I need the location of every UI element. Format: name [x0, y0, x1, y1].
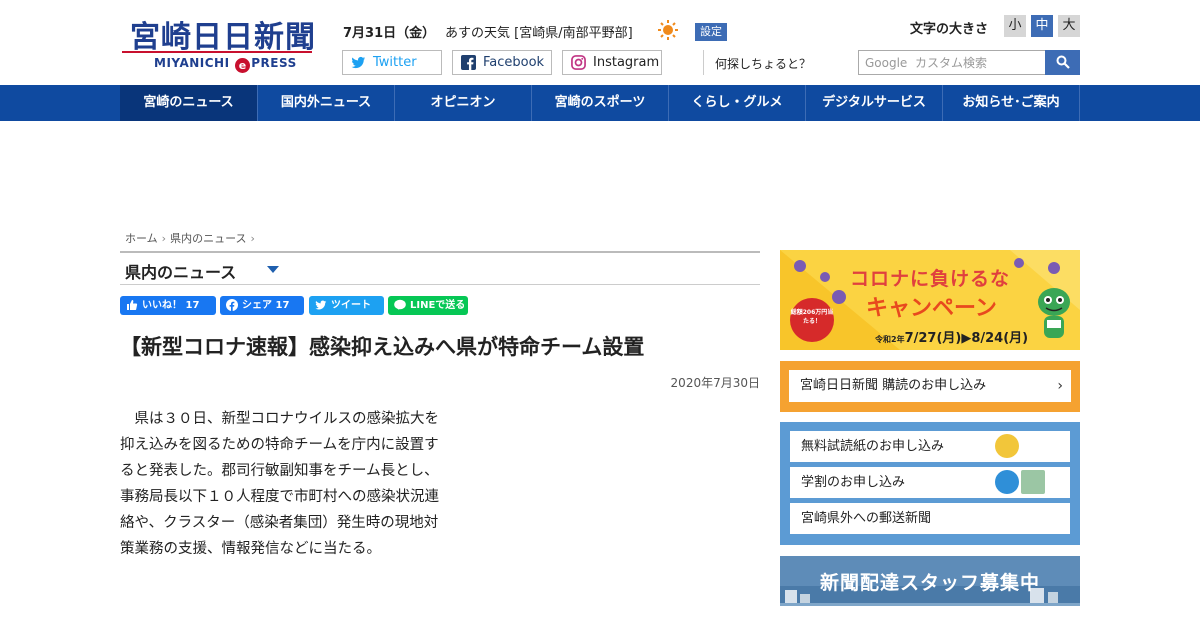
twitter-label: Twitter	[373, 55, 417, 70]
breadcrumb-home[interactable]: ホーム	[125, 232, 158, 245]
font-size-small-button[interactable]: 小	[1004, 15, 1026, 37]
free-trial-link[interactable]: 無料試読紙のお申し込み	[790, 431, 1070, 462]
caret-down-icon	[267, 266, 279, 273]
font-size-medium-button[interactable]: 中	[1031, 15, 1053, 37]
article-date: 2020年7月30日	[670, 376, 760, 390]
header-separator	[703, 50, 704, 75]
site-header: 宮崎日日新聞 MIYANICHI e PRESS 7月31日（金） あすの天気 […	[0, 0, 1200, 85]
weather-area: あすの天気 [宮崎県/南部平野部]	[445, 26, 633, 41]
facebook-like-button[interactable]: いいね！ 17	[120, 296, 216, 315]
article-headline: 【新型コロナ速報】感染抑え込みへ県が特命チーム設置	[120, 335, 645, 359]
search-prompt: 何探しちょると？	[715, 57, 812, 71]
mascot-icon	[995, 434, 1019, 458]
virus-icon	[820, 272, 830, 282]
section-header[interactable]: 県内のニュース	[120, 251, 760, 285]
prize-badge: 総額206万円当たる！	[790, 298, 834, 342]
share-label: シェア 17	[242, 300, 290, 311]
nav-opinion[interactable]: オピニオン	[395, 85, 532, 121]
instagram-follow-button[interactable]: Instagram	[562, 50, 662, 75]
site-logo[interactable]: 宮崎日日新聞 MIYANICHI e PRESS	[122, 12, 315, 74]
logo-japanese: 宮崎日日新聞	[130, 20, 316, 55]
instagram-label: Instagram	[593, 55, 660, 70]
logo-english: MIYANICHI e PRESS	[154, 56, 297, 73]
nav-miyazaki-sports[interactable]: 宮崎のスポーツ	[532, 85, 669, 121]
subscribe-label: 宮崎日日新聞 購読のお申し込み	[800, 378, 987, 393]
nav-notices-guide[interactable]: お知らせ･ご案内	[943, 85, 1080, 121]
logo-en-right: PRESS	[251, 56, 297, 70]
nav-life-gourmet[interactable]: くらし・グルメ	[669, 85, 806, 121]
student-discount-link[interactable]: 学割のお申し込み	[790, 467, 1070, 498]
thumbs-up-icon	[127, 300, 138, 310]
subscribe-box: 宮崎日日新聞 購読のお申し込み ›	[780, 361, 1080, 412]
virus-icon	[1048, 262, 1060, 274]
search-icon	[1056, 55, 1070, 69]
virus-icon	[794, 260, 806, 272]
twitter-follow-button[interactable]: Twitter	[342, 50, 442, 75]
page: 宮崎日日新聞 MIYANICHI e PRESS 7月31日（金） あすの天気 […	[0, 0, 1200, 630]
school-icon	[1021, 470, 1045, 494]
virus-icon	[832, 290, 846, 304]
line-icon	[394, 299, 406, 310]
virus-icon	[1014, 258, 1024, 268]
chevron-right-icon: ›	[250, 232, 255, 245]
section-title: 県内のニュース	[125, 263, 237, 282]
facebook-icon	[461, 55, 476, 70]
recruit-label: 新聞配達スタッフ募集中	[820, 572, 1041, 594]
article-body: 県は３０日、新型コロナウイルスの感染拡大を抑え込みを図るための特命チームを庁内に…	[120, 411, 439, 557]
chevron-right-icon: ›	[1057, 378, 1063, 394]
font-size-label: 文字の大きさ	[910, 22, 989, 37]
font-size-large-button[interactable]: 大	[1058, 15, 1080, 37]
weather-settings-button[interactable]: 設定	[695, 23, 727, 41]
sun-icon	[658, 20, 678, 40]
instagram-icon	[571, 55, 586, 70]
tweet-label: ツイート	[331, 300, 371, 311]
mascot-icon	[995, 470, 1019, 494]
corona-banner-campaign: キャンペーン	[866, 296, 997, 321]
logo-e-mark: e	[235, 58, 251, 73]
facebook-label: Facebook	[483, 55, 545, 70]
twitter-icon	[351, 56, 366, 69]
period-dates: 7/27(月)▶8/24(月)	[904, 331, 1029, 346]
nav-domestic-world-news[interactable]: 国内外ニュース	[258, 85, 395, 121]
corona-campaign-banner[interactable]: コロナに負けるな キャンペーン 総額206万円当たる！ 令和2年7/27(月)▶…	[780, 250, 1080, 350]
mail-delivery-label: 宮崎県外への郵送新聞	[801, 511, 932, 526]
mascot-icon	[1038, 288, 1070, 338]
student-discount-label: 学割のお申し込み	[801, 475, 906, 490]
tweet-button[interactable]: ツイート	[309, 296, 384, 315]
breadcrumb-section[interactable]: 県内のニュース	[170, 232, 246, 245]
search-input[interactable]	[858, 50, 1046, 75]
corona-banner-title: コロナに負けるな	[850, 268, 1011, 290]
service-links-box: 無料試読紙のお申し込み 学割のお申し込み 宮崎県外への郵送新聞	[780, 422, 1080, 545]
facebook-icon	[226, 299, 238, 311]
main-nav: 宮崎のニュース 国内外ニュース オピニオン 宮崎のスポーツ くらし・グルメ デジ…	[0, 85, 1200, 121]
facebook-share-button[interactable]: シェア 17	[220, 296, 304, 315]
facebook-follow-button[interactable]: Facebook	[452, 50, 552, 75]
like-label: いいね！ 17	[142, 300, 200, 311]
mail-delivery-link[interactable]: 宮崎県外への郵送新聞	[790, 503, 1070, 534]
breadcrumb: ホーム › 県内のニュース ›	[125, 230, 259, 246]
search-button[interactable]	[1045, 50, 1080, 75]
period-prefix: 令和2年	[875, 335, 905, 344]
nav-miyazaki-news[interactable]: 宮崎のニュース	[120, 85, 258, 121]
subscribe-link[interactable]: 宮崎日日新聞 購読のお申し込み ›	[789, 370, 1071, 402]
twitter-icon	[315, 300, 327, 310]
logo-en-left: MIYANICHI	[154, 56, 230, 70]
line-share-button[interactable]: LINEで送る	[388, 296, 468, 315]
current-date: 7月31日（金）	[343, 26, 436, 41]
logo-rule	[122, 51, 312, 53]
chevron-right-icon: ›	[161, 232, 167, 245]
nav-digital-services[interactable]: デジタルサービス	[806, 85, 943, 121]
delivery-staff-recruit-banner[interactable]: 新聞配達スタッフ募集中	[780, 556, 1080, 606]
line-label: LINEで送る	[410, 300, 466, 311]
free-trial-label: 無料試読紙のお申し込み	[801, 439, 945, 454]
corona-banner-period: 令和2年7/27(月)▶8/24(月)	[875, 327, 1028, 346]
